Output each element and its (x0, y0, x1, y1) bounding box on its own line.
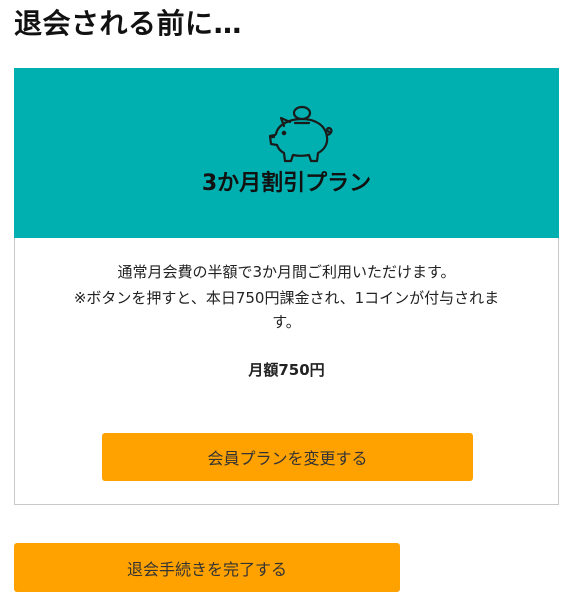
plan-offer-card: 3か月割引プラン 通常月会費の半額で3か月間ご利用いただけます。 ※ボタンを押す… (14, 68, 559, 505)
piggy-bank-icon (268, 105, 333, 163)
plan-price: 月額750円 (248, 361, 325, 379)
plan-description-line2: ※ボタンを押すと、本日750円課金され、1コインが付与されま (73, 289, 500, 307)
plan-name: 3か月割引プラン (201, 171, 372, 196)
change-plan-button[interactable]: 会員プランを変更する (102, 433, 473, 481)
complete-withdrawal-button[interactable]: 退会手続きを完了する (14, 543, 400, 592)
plan-header: 3か月割引プラン (14, 68, 559, 238)
plan-description-line3: す。 (272, 313, 301, 331)
withdrawal-page: 退会される前に… 3か月割引プラン 通常月会費の半額で3か月間ご利用いただけます… (0, 0, 571, 600)
page-title: 退会される前に… (14, 7, 243, 40)
plan-description-line1: 通常月会費の半額で3か月間ご利用いただけます。 (117, 263, 456, 281)
